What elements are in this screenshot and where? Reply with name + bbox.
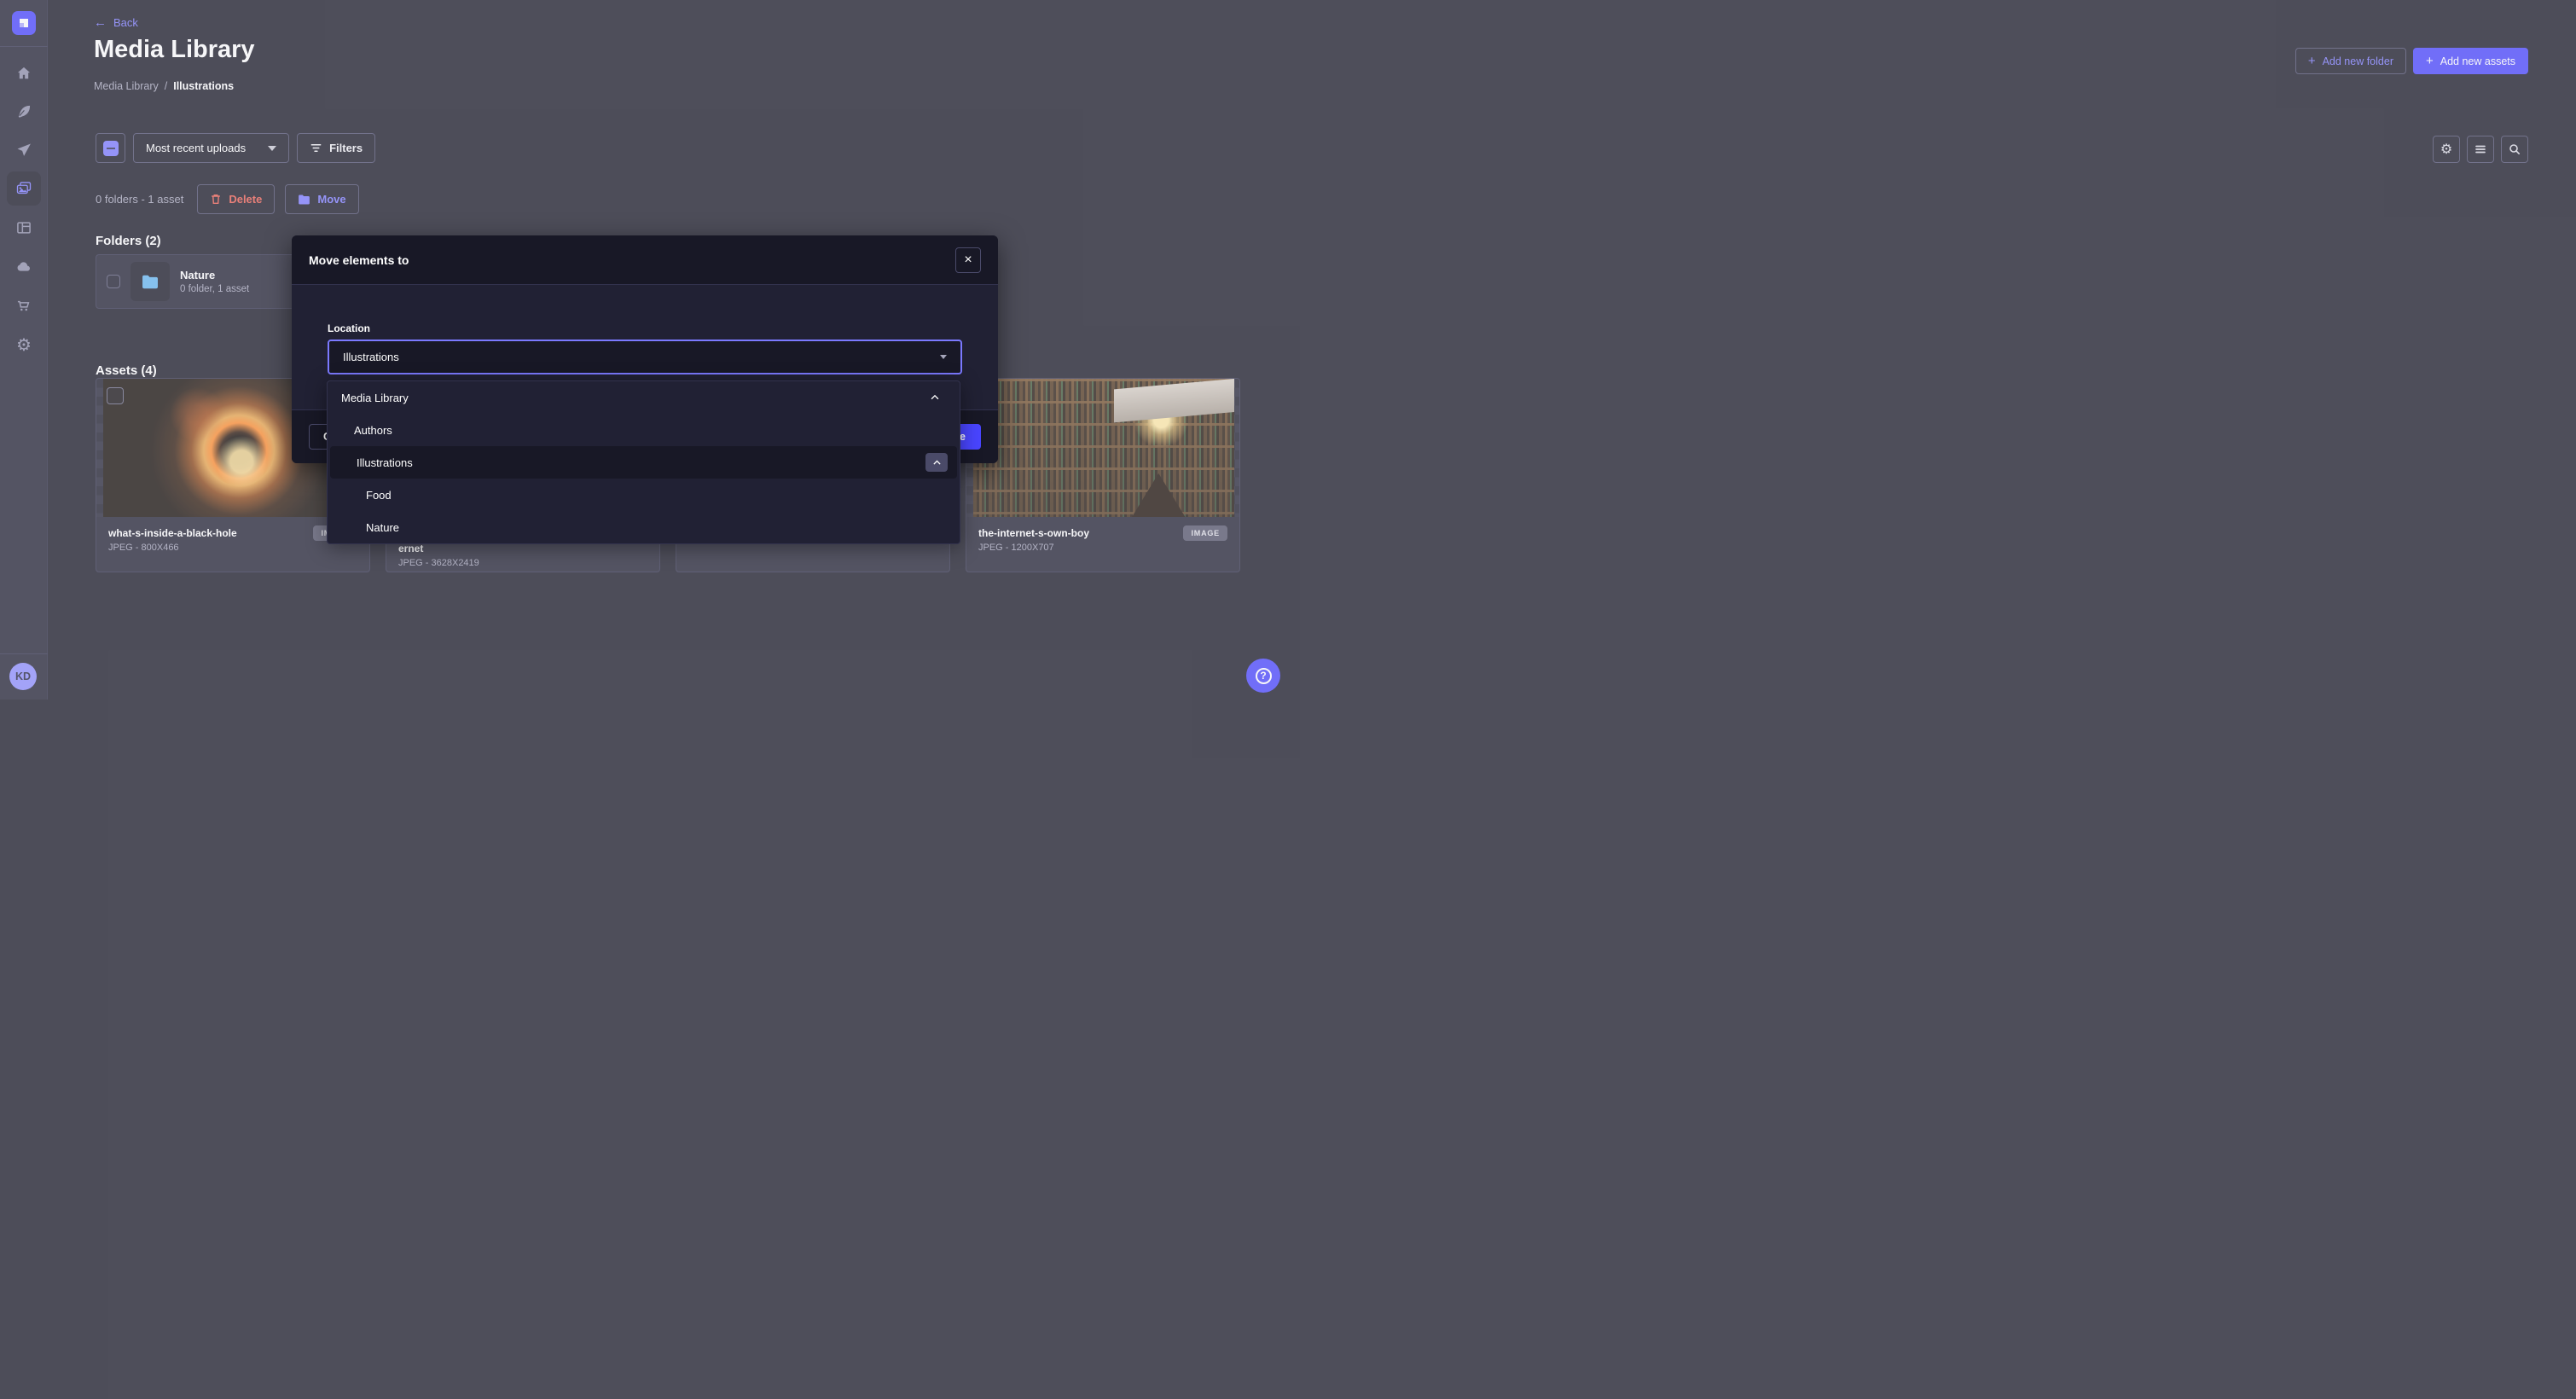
location-label: Location <box>328 322 962 334</box>
option-label: Authors <box>354 424 392 437</box>
location-dropdown: Media Library Authors Illustrations Food… <box>327 380 960 544</box>
option-food[interactable]: Food <box>328 479 960 511</box>
modal-backdrop[interactable] <box>0 0 2576 1399</box>
location-select-value: Illustrations <box>343 351 399 363</box>
modal-header: Move elements to × <box>292 235 998 285</box>
close-icon: × <box>964 253 972 267</box>
option-authors[interactable]: Authors <box>328 414 960 446</box>
option-nature[interactable]: Nature <box>328 511 960 543</box>
option-label: Media Library <box>341 392 409 404</box>
option-label: Nature <box>366 521 399 534</box>
option-label: Food <box>366 489 392 502</box>
location-select[interactable]: Illustrations <box>328 340 962 374</box>
option-label: Illustrations <box>357 456 413 469</box>
chevron-down-icon <box>940 355 947 359</box>
option-illustrations[interactable]: Illustrations <box>330 446 957 479</box>
collapse-button[interactable] <box>925 453 948 472</box>
chevron-up-icon[interactable] <box>929 392 941 403</box>
chevron-up-icon <box>931 457 943 468</box>
close-button[interactable]: × <box>955 247 981 273</box>
modal-title: Move elements to <box>309 253 409 267</box>
option-media-library[interactable]: Media Library <box>328 381 960 414</box>
